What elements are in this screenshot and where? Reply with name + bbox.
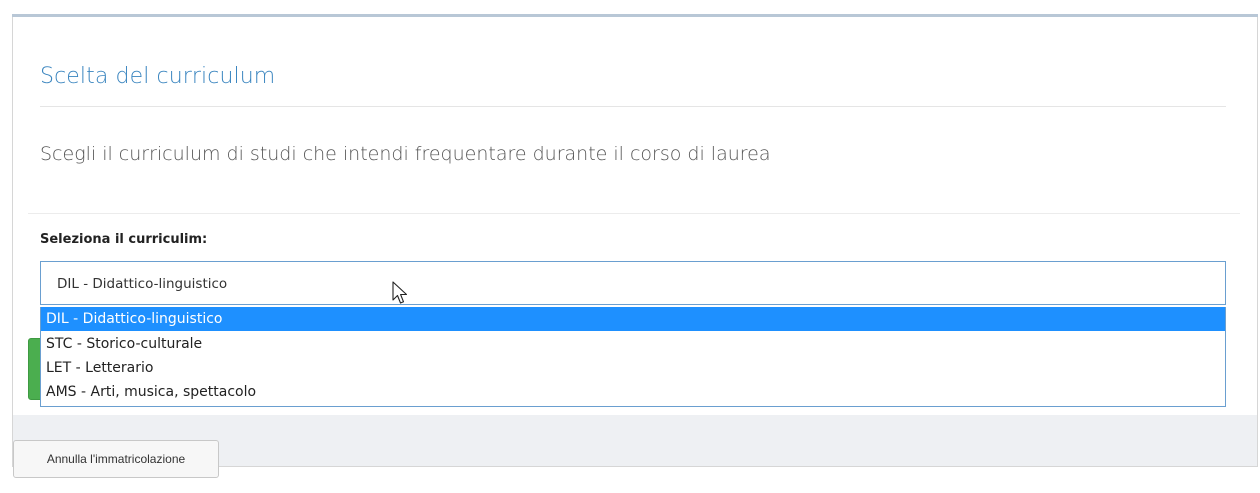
section-divider xyxy=(28,213,1240,214)
mouse-pointer-icon xyxy=(392,281,408,304)
page-frame: Scelta del curriculum Scegli il curricul… xyxy=(0,0,1260,493)
intro-text: Scegli il curriculum di studi che intend… xyxy=(40,143,771,165)
title-divider xyxy=(40,106,1226,107)
curriculum-select[interactable]: DIL - Didattico-linguistico xyxy=(40,261,1226,305)
curriculum-option-let[interactable]: LET - Letterario xyxy=(41,356,1225,380)
page-title: Scelta del curriculum xyxy=(40,64,276,89)
curriculum-dropdown-list: DIL - Didattico-linguistico STC - Storic… xyxy=(40,307,1226,407)
curriculum-label: Seleziona il curriculim: xyxy=(40,232,208,247)
cancel-enrollment-button[interactable]: Annulla l'immatricolazione xyxy=(13,440,219,478)
curriculum-option-stc[interactable]: STC - Storico-culturale xyxy=(41,332,1225,356)
curriculum-select-value: DIL - Didattico-linguistico xyxy=(57,276,228,292)
curriculum-option-ams[interactable]: AMS - Arti, musica, spettacolo xyxy=(41,380,1225,404)
curriculum-option-dil[interactable]: DIL - Didattico-linguistico xyxy=(41,307,1225,331)
